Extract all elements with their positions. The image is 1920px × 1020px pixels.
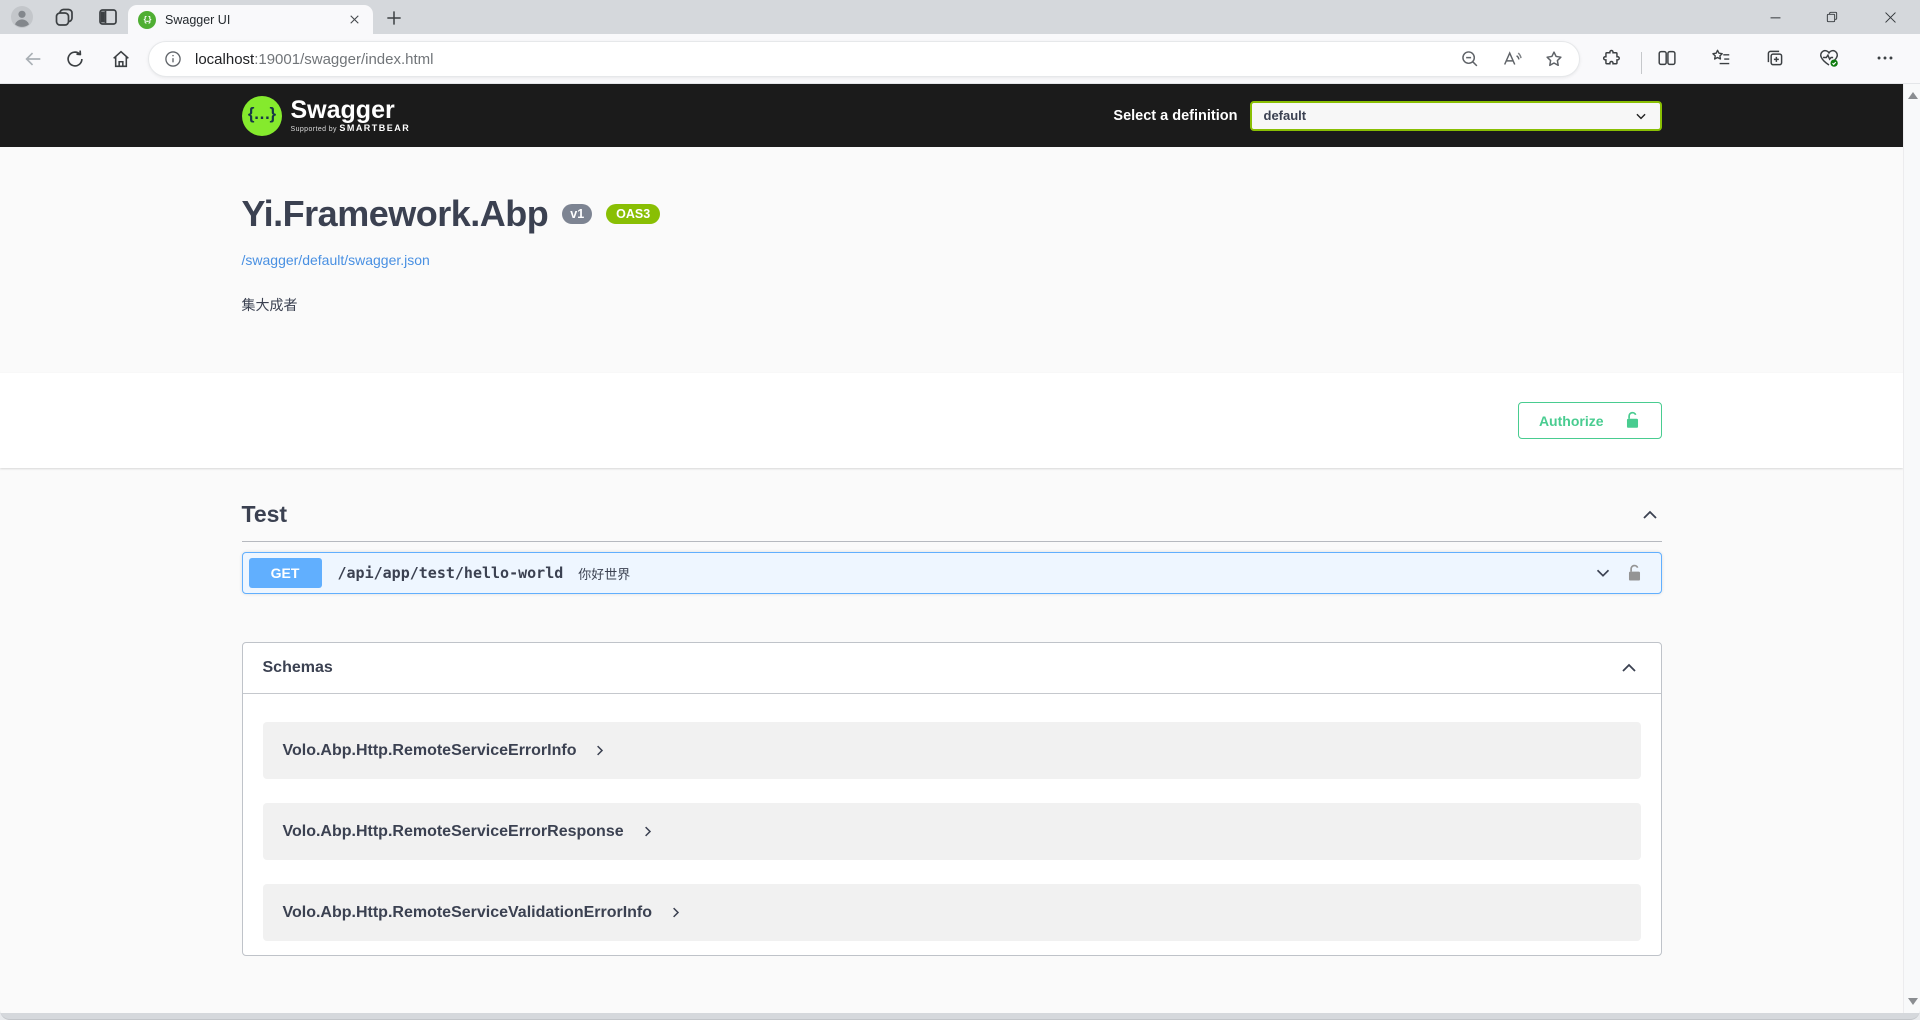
url-host: localhost	[195, 51, 254, 68]
favorite-star-icon[interactable]	[1543, 48, 1565, 70]
tag-title: Test	[242, 501, 288, 528]
logo-sub-brand: SMARTBEAR	[339, 123, 410, 133]
window-close-icon[interactable]	[1879, 6, 1901, 28]
swagger-logo[interactable]: {…} Swagger Supported by SMARTBEAR	[242, 96, 411, 136]
api-info-section: Yi.Framework.Abp v1 OAS3 /swagger/defaul…	[242, 147, 1662, 373]
expand-operation-icon[interactable]	[1592, 562, 1614, 584]
more-options-icon[interactable]	[1874, 47, 1896, 69]
api-description: 集大成者	[242, 295, 1662, 315]
chevron-right-icon	[668, 905, 683, 920]
page-scrollbar[interactable]	[1903, 84, 1920, 1013]
swagger-page: {…} Swagger Supported by SMARTBEAR Selec…	[0, 84, 1903, 1013]
extensions-icon[interactable]	[1602, 47, 1624, 69]
address-bar[interactable]: localhost:19001/swagger/index.html	[148, 41, 1580, 77]
schema-name: Volo.Abp.Http.RemoteServiceErrorResponse	[283, 823, 624, 841]
definition-select-value: default	[1264, 108, 1634, 123]
tab-actions-icon[interactable]	[96, 5, 120, 29]
spec-json-link[interactable]: /swagger/default/swagger.json	[242, 252, 430, 268]
collapse-tag-icon[interactable]	[1638, 503, 1662, 527]
oas3-badge: OAS3	[606, 204, 660, 225]
toolbar-divider	[1641, 52, 1642, 74]
api-title: Yi.Framework.Abp	[242, 193, 549, 235]
browser-window: {..} Swagger UI	[0, 0, 1920, 1020]
zoom-out-icon[interactable]	[1459, 48, 1481, 70]
collapse-schemas-icon[interactable]	[1617, 656, 1641, 680]
authorize-button[interactable]: Authorize	[1518, 402, 1662, 439]
schema-row-remote-service-error-info[interactable]: Volo.Abp.Http.RemoteServiceErrorInfo	[263, 722, 1641, 779]
schemas-section: Schemas Volo.Abp.Http.RemoteServiceError…	[242, 594, 1662, 956]
schema-row-remote-service-error-response[interactable]: Volo.Abp.Http.RemoteServiceErrorResponse	[263, 803, 1641, 860]
operation-summary: 你好世界	[578, 564, 630, 583]
new-tab-icon[interactable]	[384, 8, 404, 28]
window-restore-icon[interactable]	[1821, 6, 1843, 28]
operation-auth-lock-icon[interactable]	[1626, 564, 1643, 583]
browser-essentials-icon[interactable]	[1818, 47, 1840, 69]
tab-title: Swagger UI	[165, 13, 346, 27]
back-icon[interactable]	[22, 48, 44, 70]
split-screen-icon[interactable]	[1656, 47, 1678, 69]
profile-avatar-icon[interactable]	[10, 5, 34, 29]
authorize-label: Authorize	[1539, 413, 1604, 429]
method-badge: GET	[249, 558, 322, 588]
window-minimize-icon[interactable]	[1764, 6, 1786, 28]
home-icon[interactable]	[110, 48, 132, 70]
site-info-icon[interactable]	[163, 49, 183, 69]
browser-toolbar: localhost:19001/swagger/index.html	[0, 34, 1920, 84]
version-badge: v1	[562, 204, 592, 225]
schema-row-remote-service-validation-error-info[interactable]: Volo.Abp.Http.RemoteServiceValidationErr…	[263, 884, 1641, 941]
collections-icon[interactable]	[1764, 47, 1786, 69]
chevron-right-icon	[592, 743, 607, 758]
refresh-icon[interactable]	[64, 48, 86, 70]
scroll-down-icon[interactable]	[1908, 998, 1918, 1005]
favorites-icon[interactable]	[1710, 47, 1732, 69]
schema-name: Volo.Abp.Http.RemoteServiceErrorInfo	[283, 742, 577, 760]
swagger-logo-text: Swagger	[291, 98, 411, 123]
read-aloud-icon[interactable]	[1501, 48, 1523, 70]
chevron-down-icon	[1634, 109, 1648, 123]
schemas-header[interactable]: Schemas	[243, 643, 1661, 694]
workspaces-icon[interactable]	[52, 5, 76, 29]
operation-get-hello-world[interactable]: GET /api/app/test/hello-world 你好世界	[242, 552, 1662, 594]
tab-close-icon[interactable]	[346, 11, 363, 28]
scroll-up-icon[interactable]	[1908, 92, 1918, 99]
swagger-logo-icon: {…}	[242, 96, 282, 136]
swagger-favicon: {..}	[138, 11, 156, 29]
url-path: :19001/swagger/index.html	[254, 51, 433, 68]
tab-strip: {..} Swagger UI	[0, 0, 1920, 34]
schemas-box: Schemas Volo.Abp.Http.RemoteServiceError…	[242, 642, 1662, 956]
scheme-container: Authorize	[0, 373, 1903, 468]
logo-sub-prefix: Supported by	[291, 126, 337, 133]
unlock-icon	[1624, 411, 1641, 430]
operation-path[interactable]: /api/app/test/hello-world	[338, 564, 564, 582]
browser-tab-swagger-ui[interactable]: {..} Swagger UI	[128, 5, 373, 34]
definition-select[interactable]: default	[1250, 101, 1662, 131]
schema-name: Volo.Abp.Http.RemoteServiceValidationErr…	[283, 904, 653, 922]
url-text: localhost:19001/swagger/index.html	[195, 51, 433, 68]
select-definition-label: Select a definition	[1113, 108, 1237, 124]
tag-section: Test GET /api/app/test/hello-world 你好世界	[242, 468, 1662, 594]
swagger-topbar: {…} Swagger Supported by SMARTBEAR Selec…	[0, 84, 1903, 147]
tag-header-test[interactable]: Test	[242, 501, 1662, 542]
chevron-right-icon	[640, 824, 655, 839]
schemas-title: Schemas	[263, 659, 333, 677]
